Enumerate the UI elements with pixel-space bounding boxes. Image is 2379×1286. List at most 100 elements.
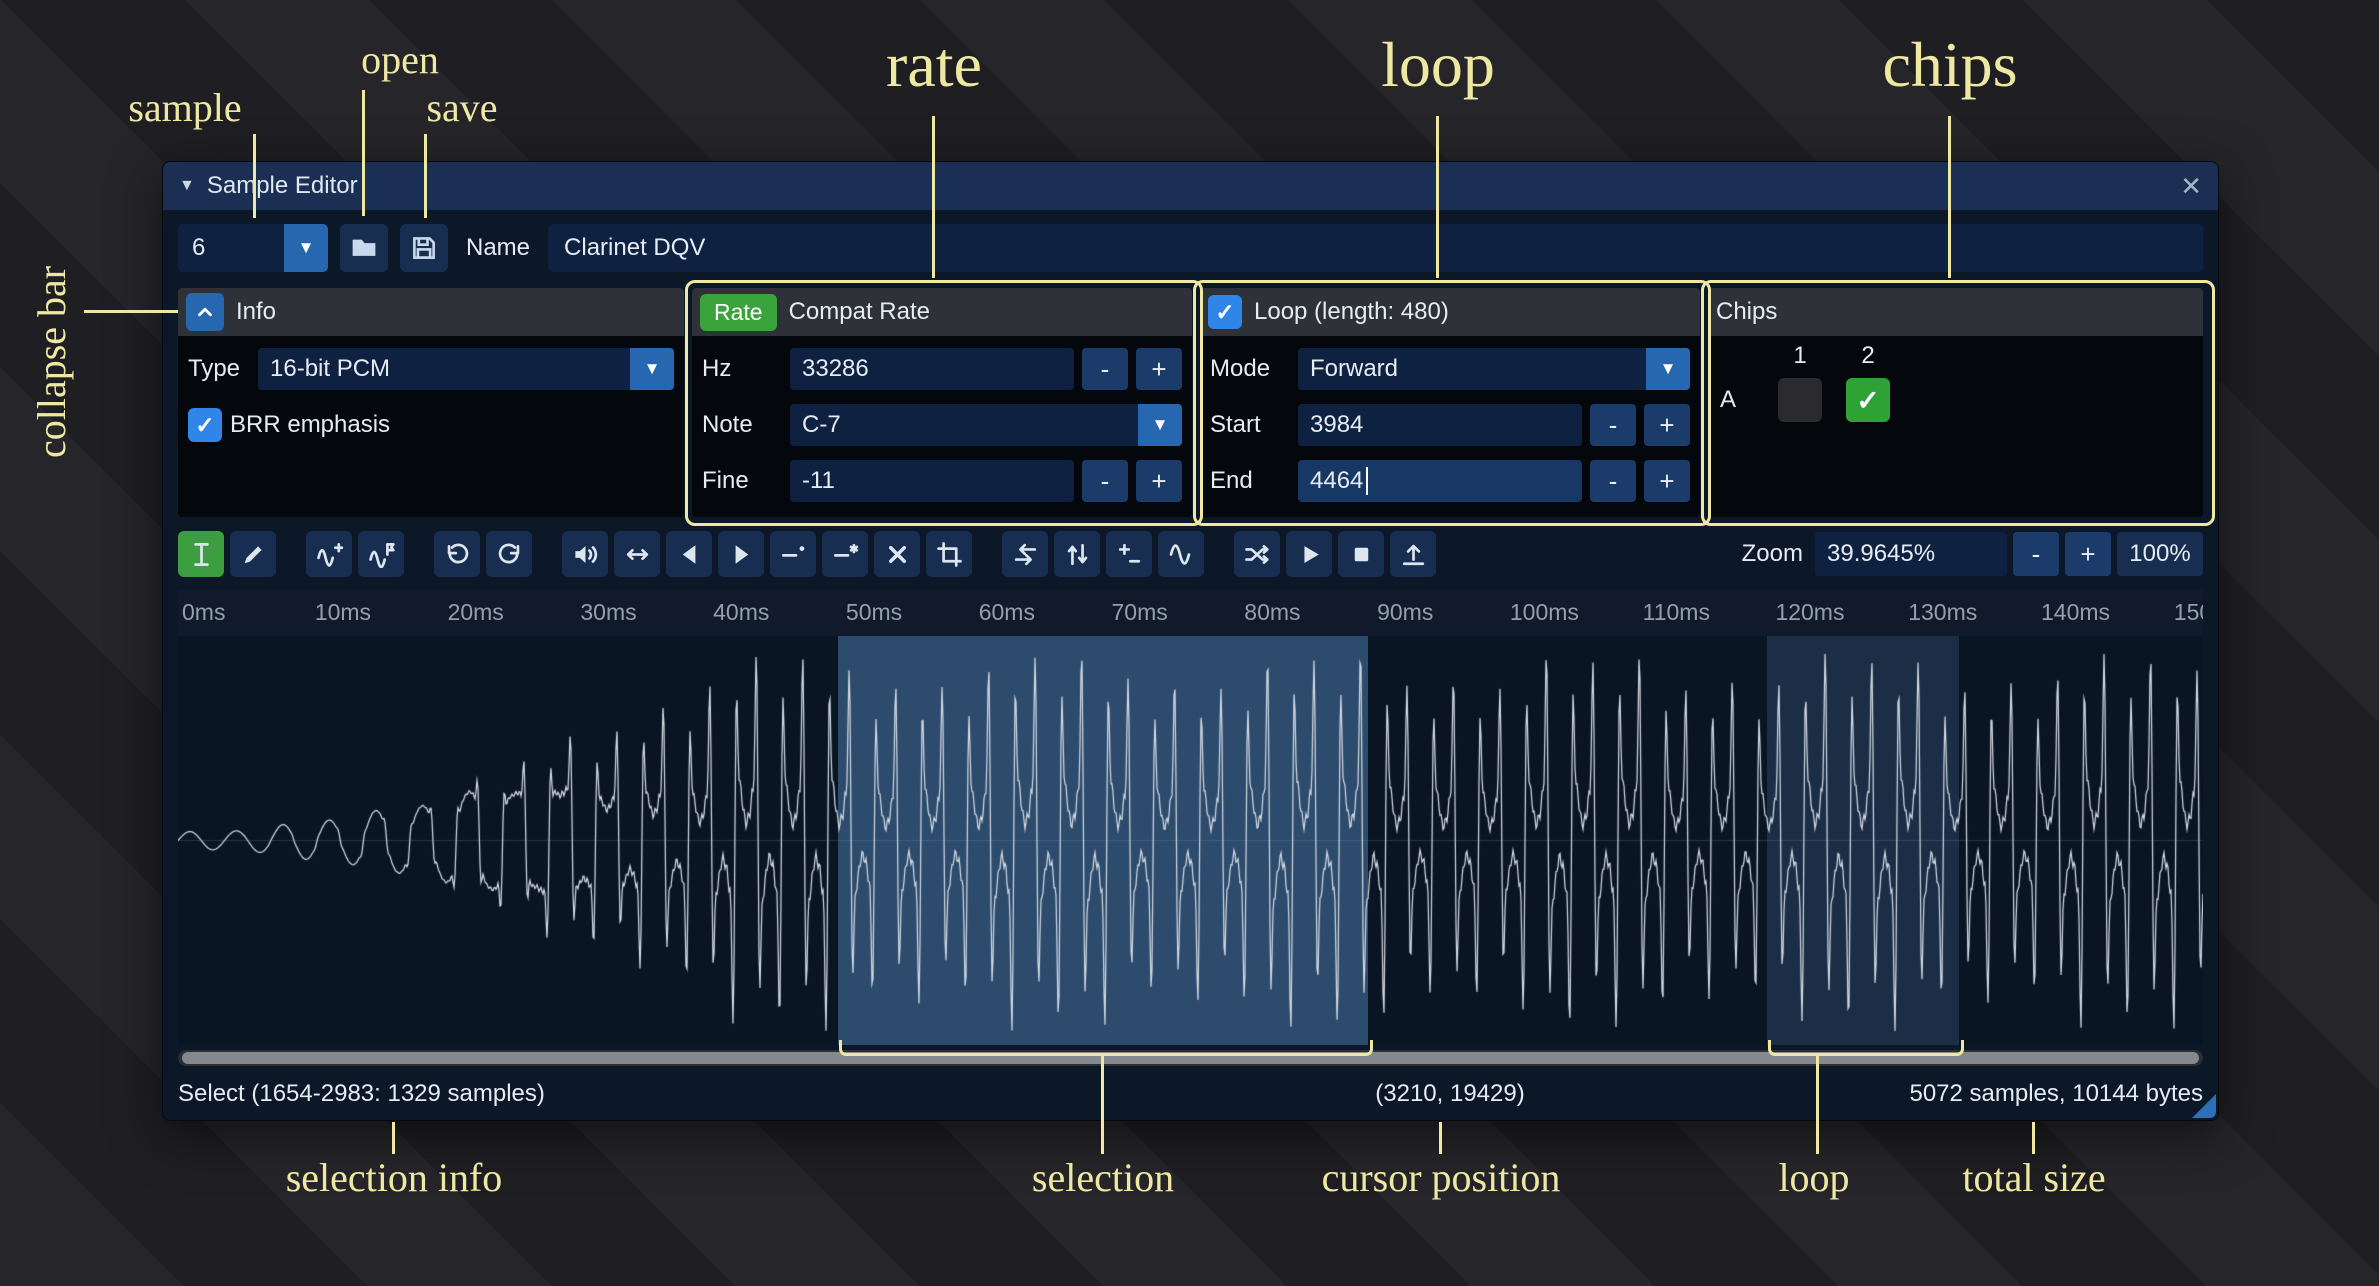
annotation-save: save (426, 84, 497, 131)
ruler-tick-label: 140ms (2041, 599, 2110, 626)
plus-minus-icon (1116, 541, 1143, 568)
select-mode-button[interactable] (178, 531, 224, 577)
total-size-text: 5072 samples, 10144 bytes (1909, 1080, 2203, 1108)
insert-silence-button[interactable] (770, 531, 816, 577)
info-panel-header[interactable]: Info (178, 288, 684, 336)
apply-silence-button[interactable] (822, 531, 868, 577)
window-title: Sample Editor (207, 172, 358, 200)
ruler[interactable]: 0ms10ms20ms30ms40ms50ms60ms70ms80ms90ms1… (178, 589, 2203, 636)
info-panel-title: Info (236, 298, 276, 326)
type-dropdown-arrow-icon[interactable]: ▼ (630, 348, 674, 390)
fine-plus-button[interactable]: + (1136, 460, 1182, 502)
hz-minus-button[interactable]: - (1082, 348, 1128, 390)
annotation-line-cursor-position (1439, 1122, 1442, 1154)
fine-minus-button[interactable]: - (1082, 460, 1128, 502)
triangle-left-icon (676, 541, 703, 568)
undo-button[interactable] (434, 531, 480, 577)
ruler-tick-label: 120ms (1775, 599, 1844, 626)
zoom-in-button[interactable]: + (2065, 532, 2111, 576)
annotation-total-size: total size (1962, 1154, 2105, 1201)
sign-invert-button[interactable] (1106, 531, 1152, 577)
rate-mode-button[interactable]: Rate (700, 294, 777, 331)
loop-end-input[interactable]: 4464 (1298, 460, 1582, 502)
fade-in-button[interactable] (666, 531, 712, 577)
floppy-save-icon (410, 234, 438, 262)
delete-button[interactable] (874, 531, 920, 577)
sample-number-value[interactable]: 6 (178, 224, 284, 272)
waveform-scrollbar[interactable] (178, 1050, 2203, 1066)
resize-grip[interactable] (2192, 1094, 2216, 1118)
hz-input[interactable]: 33286 (790, 348, 1074, 390)
reverse-button[interactable] (1002, 531, 1048, 577)
ibeam-cursor-icon (188, 541, 215, 568)
open-sample-button[interactable] (340, 224, 388, 272)
sample-type-value: 16-bit PCM (258, 348, 630, 390)
zoom-out-button[interactable]: - (2013, 532, 2059, 576)
upload-icon (1400, 541, 1427, 568)
loop-mode-value: Forward (1298, 348, 1646, 390)
loop-enable-checkbox[interactable]: ✓ (1208, 295, 1242, 329)
scrollbar-thumb[interactable] (182, 1052, 2199, 1064)
dash-dot-icon (780, 541, 807, 568)
redo-button[interactable] (486, 531, 532, 577)
sample-name-input[interactable]: Clarinet DQV (548, 224, 2203, 272)
sample-number-select[interactable]: 6 ▼ (178, 224, 328, 272)
trim-button[interactable] (926, 531, 972, 577)
waveform-canvas[interactable] (178, 636, 2203, 1045)
close-icon[interactable]: ✕ (2180, 171, 2202, 202)
ruler-tick-label: 10ms (315, 599, 371, 626)
loop-start-minus-button[interactable]: - (1590, 404, 1636, 446)
resample-button[interactable] (358, 531, 404, 577)
loop-end-label: End (1210, 467, 1290, 495)
cursor-position-text: (3210, 19429) (1375, 1080, 1524, 1108)
page: ▼ Sample Editor ✕ 6 ▼ Name Clarinet DQV (0, 0, 2379, 1286)
titlebar[interactable]: ▼ Sample Editor ✕ (163, 162, 2218, 210)
zoom-reset-button[interactable]: 100% (2117, 532, 2203, 576)
amplify-button[interactable] (562, 531, 608, 577)
hz-label: Hz (702, 355, 782, 383)
info-panel: Info Type 16-bit PCM ▼ ✓ BRR emphasis (178, 288, 684, 517)
loop-start-input[interactable]: 3984 (1298, 404, 1582, 446)
collapse-bar-button[interactable] (186, 293, 224, 331)
sample-dropdown-arrow-icon[interactable]: ▼ (284, 224, 328, 272)
draw-mode-button[interactable] (230, 531, 276, 577)
text-caret (1366, 467, 1368, 495)
note-select[interactable]: C-7 ▼ (790, 404, 1182, 446)
hz-plus-button[interactable]: + (1136, 348, 1182, 390)
filter-button[interactable] (1158, 531, 1204, 577)
triangle-right-icon (728, 541, 755, 568)
loop-start-plus-button[interactable]: + (1644, 404, 1690, 446)
preview-button[interactable] (1286, 531, 1332, 577)
crossfade-loop-button[interactable] (1234, 531, 1280, 577)
loop-mode-select[interactable]: Forward ▼ (1298, 348, 1690, 390)
resize-button[interactable] (306, 531, 352, 577)
brr-emphasis-label: BRR emphasis (230, 411, 390, 439)
chip-a1-checkbox[interactable] (1778, 378, 1822, 422)
save-sample-button[interactable] (400, 224, 448, 272)
create-instrument-button[interactable] (1390, 531, 1436, 577)
ruler-tick-label: 130ms (1908, 599, 1977, 626)
sample-type-select[interactable]: 16-bit PCM ▼ (258, 348, 674, 390)
loop-end-minus-button[interactable]: - (1590, 460, 1636, 502)
speaker-icon (572, 541, 599, 568)
stop-preview-button[interactable] (1338, 531, 1384, 577)
ruler-tick-label: 150ms (2174, 599, 2203, 626)
zoom-input[interactable]: 39.9645% (1815, 532, 2007, 576)
waveform-view[interactable] (178, 636, 2203, 1045)
window-collapse-icon[interactable]: ▼ (179, 177, 195, 195)
type-label: Type (188, 355, 250, 383)
fine-input[interactable]: -11 (790, 460, 1074, 502)
arrows-horizontal-icon (624, 541, 651, 568)
fade-out-button[interactable] (718, 531, 764, 577)
cross-icon (884, 541, 911, 568)
ruler-tick-label: 90ms (1377, 599, 1433, 626)
note-dropdown-arrow-icon[interactable]: ▼ (1138, 404, 1182, 446)
annotation-loop-bottom: loop (1778, 1154, 1849, 1201)
chip-a2-checkbox[interactable]: ✓ (1846, 378, 1890, 422)
loop-end-plus-button[interactable]: + (1644, 460, 1690, 502)
invert-button[interactable] (1054, 531, 1100, 577)
loop-mode-dropdown-arrow-icon[interactable]: ▼ (1646, 348, 1690, 390)
brr-emphasis-checkbox[interactable]: ✓ (188, 408, 222, 442)
normalize-button[interactable] (614, 531, 660, 577)
pencil-icon (240, 541, 267, 568)
